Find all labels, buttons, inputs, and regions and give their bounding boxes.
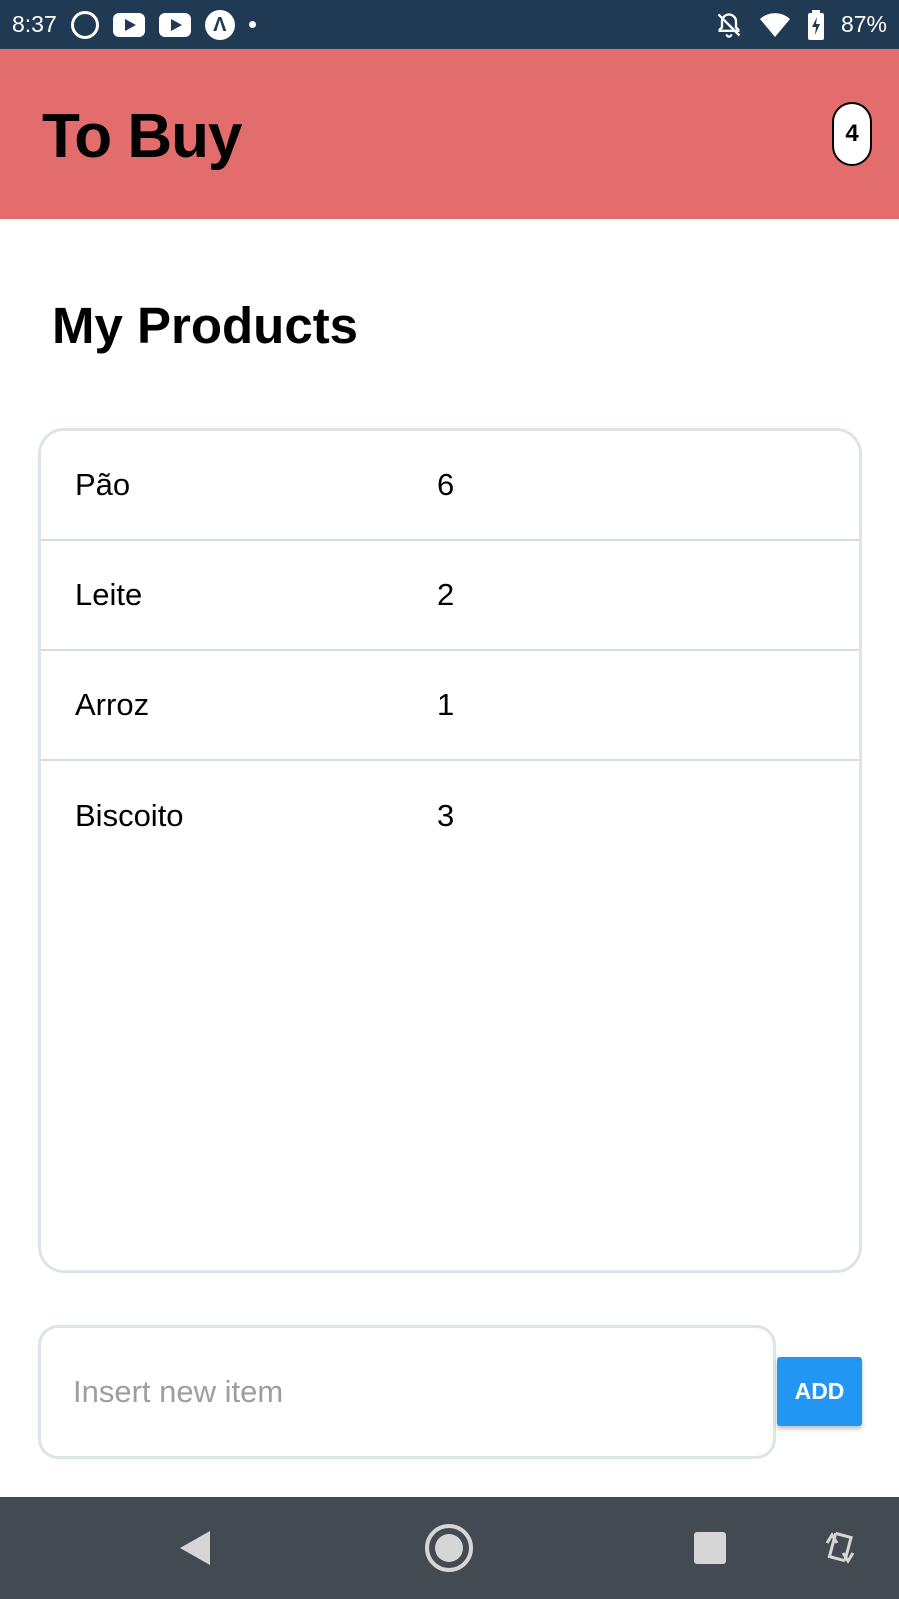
rotate-icon [825,1531,855,1564]
battery-charging-icon [807,9,824,40]
app-title: To Buy [42,102,242,171]
home-button[interactable] [414,1497,484,1599]
wifi-icon [759,12,790,37]
status-bar: 8:37 Λ 87% [0,0,899,49]
product-quantity: 6 [437,467,455,502]
recents-icon [694,1532,726,1564]
list-item[interactable]: Arroz 1 [41,651,859,761]
bell-off-icon [717,12,741,38]
status-time: 8:37 [12,11,57,37]
recents-button[interactable] [675,1497,745,1599]
navigation-bar [0,1497,899,1599]
back-button[interactable] [160,1497,230,1599]
item-count-badge: 4 [832,102,872,166]
dot-icon [248,21,256,28]
list-item[interactable]: Pão 6 [41,431,859,541]
page-title: My Products [52,297,359,354]
status-right: 87% [715,9,887,40]
product-name: Leite [75,577,143,612]
product-quantity: 1 [437,687,455,722]
expo-icon: Λ [204,9,235,40]
product-name: Arroz [75,687,150,722]
product-quantity: 3 [437,798,455,833]
app-header: To Buy [0,49,899,219]
new-item-input[interactable] [38,1325,776,1459]
product-name: Biscoito [75,798,184,833]
add-button[interactable]: ADD [777,1357,862,1426]
battery-percent: 87% [840,11,887,37]
whatsapp-icon [70,10,99,39]
product-quantity: 2 [437,577,455,612]
product-list: Pão 6 Leite 2 Arroz 1 Biscoito 3 [38,428,862,1273]
status-left: 8:37 Λ [12,9,256,40]
youtube-icon [112,12,145,37]
back-icon [180,1531,210,1565]
youtube-icon [158,12,191,37]
list-item[interactable]: Leite 2 [41,541,859,651]
home-icon [425,1524,473,1572]
list-item[interactable]: Biscoito 3 [41,761,859,871]
rotate-button[interactable] [805,1497,875,1599]
product-name: Pão [75,467,131,502]
